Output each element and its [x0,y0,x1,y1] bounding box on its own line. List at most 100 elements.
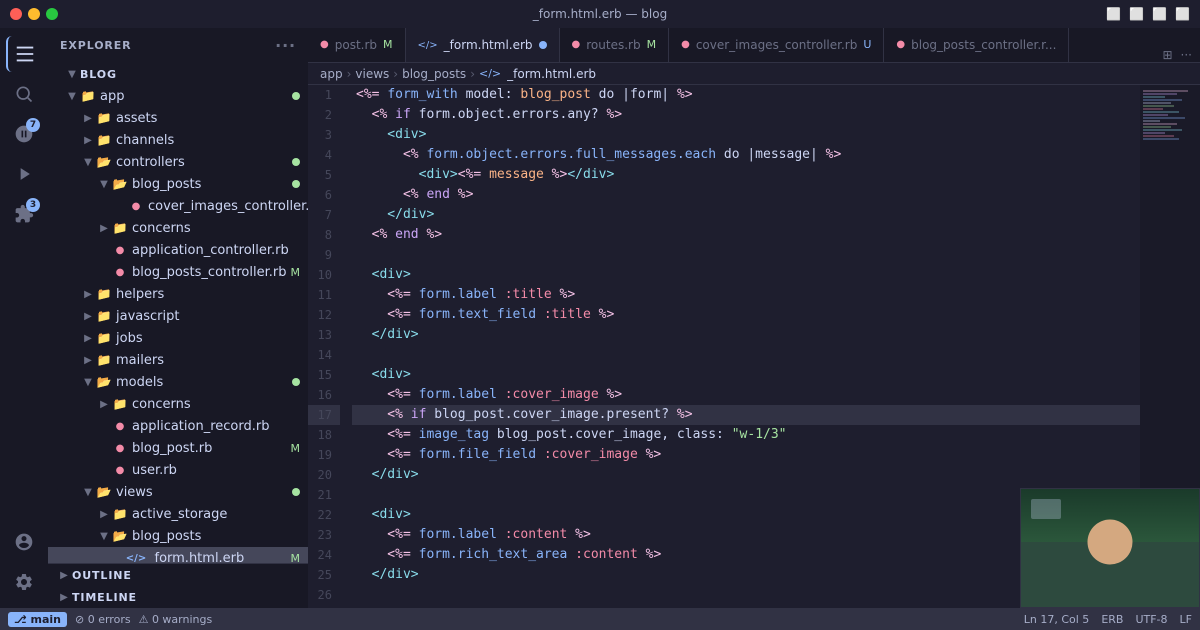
more-tab-actions-icon[interactable]: ··· [1181,48,1192,62]
sidebar-item-blog-posts-views[interactable]: ▼ 📂 blog_posts [48,525,308,547]
branch-badge[interactable]: ⎇ main [8,612,67,627]
sidebar-item-blog-posts-controller[interactable]: ● blog_posts_controller.rb M [48,261,308,283]
chevron-right-icon: ▶ [80,286,96,302]
sidebar-item-channels[interactable]: ▶ 📁 channels [48,129,308,151]
sidebar-item-controllers[interactable]: ▼ 📂 controllers [48,151,308,173]
breadcrumb: app › views › blog_posts › </> _form.htm… [308,63,1200,85]
folder-icon: 📁 [96,330,112,346]
tab-modified-badge: M [383,38,393,51]
breadcrumb-blog-posts[interactable]: blog_posts [402,67,466,81]
split-editor-icon[interactable]: ⬜ [1106,7,1121,21]
tab-form-erb[interactable]: </> _form.html.erb [406,28,560,62]
timeline-section-header[interactable]: ▶ TIMELINE [48,586,308,608]
ruby-icon: ● [681,39,690,50]
language-indicator[interactable]: ERB [1101,613,1123,626]
chevron-down-icon: ▼ [80,374,96,390]
account-activity-icon[interactable] [6,524,42,560]
code-line-7: </div> [352,205,1140,225]
tab-label: cover_images_controller.rb [696,38,858,52]
sidebar-item-concerns-models[interactable]: ▶ 📁 concerns [48,393,308,415]
sidebar-item-application-record[interactable]: ● application_record.rb [48,415,308,437]
tab-label: _form.html.erb [444,38,533,52]
source-control-activity-icon[interactable]: 7 [6,116,42,152]
explorer-activity-icon[interactable] [6,36,42,72]
chevron-right-icon: ▶ [80,352,96,368]
code-line-16: <%= form.label :cover_image %> [352,385,1140,405]
code-line-4: <% form.object.errors.full_messages.each… [352,145,1140,165]
split-editor-tab-icon[interactable]: ⊞ [1162,48,1172,62]
outline-section-header[interactable]: ▶ OUTLINE [48,564,308,586]
extensions-activity-icon[interactable]: 3 [6,196,42,232]
cursor-position[interactable]: Ln 17, Col 5 [1024,613,1090,626]
sidebar-item-assets[interactable]: ▶ 📁 assets [48,107,308,129]
code-line-17: <% if blog_post.cover_image.present? %> [352,405,1140,425]
sidebar-item-models[interactable]: ▼ 📂 models [48,371,308,393]
status-right: Ln 17, Col 5 ERB UTF-8 LF [1024,613,1192,626]
sidebar-item-concerns-controllers[interactable]: ▶ 📁 concerns [48,217,308,239]
run-activity-icon[interactable] [6,156,42,192]
source-control-badge: 7 [26,118,40,132]
code-line-9 [352,245,1140,265]
extensions-badge: 3 [26,198,40,212]
sidebar-item-cover-images-controller[interactable]: ● cover_images_controller.rb U [48,195,308,217]
toggle-panel-icon[interactable]: ⬜ [1152,7,1167,21]
chevron-right-icon: ▶ [96,396,112,412]
settings-activity-icon[interactable] [6,564,42,600]
layout-icon[interactable]: ⬜ [1129,7,1144,21]
code-line-11: <%= form.label :title %> [352,285,1140,305]
chevron-right-icon: ▶ [80,330,96,346]
sidebar-item-active-storage[interactable]: ▶ 📁 active_storage [48,503,308,525]
sidebar-item-application-controller[interactable]: ● application_controller.rb [48,239,308,261]
sidebar-bottom: ▶ OUTLINE ▶ TIMELINE [48,563,308,608]
chevron-down-icon: ▼ [64,66,80,82]
ruby-file-icon: ● [112,264,128,280]
sidebar-item-helpers[interactable]: ▶ 📁 helpers [48,283,308,305]
code-editor[interactable]: 1234567891011121314151617181920212223242… [308,85,1200,608]
code-line-13: </div> [352,325,1140,345]
folder-icon: 📁 [112,506,128,522]
erb-file-icon: </> [128,550,144,563]
tab-label: routes.rb [586,38,640,52]
sidebar-item-blog[interactable]: ▼ BLOG [48,63,308,85]
ruby-file-icon: ● [112,418,128,434]
tab-cover-images-controller[interactable]: ● cover_images_controller.rb U [669,28,884,62]
sidebar-item-mailers[interactable]: ▶ 📁 mailers [48,349,308,371]
tab-bar: ● post.rb M </> _form.html.erb ● routes.… [308,28,1200,63]
sidebar-item-app[interactable]: ▼ 📁 app [48,85,308,107]
sidebar-item-views[interactable]: ▼ 📂 views [48,481,308,503]
line-ending-indicator[interactable]: LF [1180,613,1192,626]
folder-icon: 📁 [96,110,112,126]
tab-post-rb[interactable]: ● post.rb M [308,28,406,62]
code-line-19: <%= form.file_field :cover_image %> [352,445,1140,465]
tab-untracked-badge: U [863,38,871,51]
chevron-down-icon: ▼ [96,176,112,192]
folder-icon: 📁 [96,132,112,148]
video-pip [1020,488,1200,608]
ruby-file-icon: ● [112,440,128,456]
more-actions-icon[interactable]: ··· [275,36,296,55]
sidebar-item-blog-post-rb[interactable]: ● blog_post.rb M [48,437,308,459]
sidebar-item-javascript[interactable]: ▶ 📁 javascript [48,305,308,327]
sidebar-item-form-erb[interactable]: </> _form.html.erb M [48,547,308,563]
breadcrumb-views[interactable]: views [355,67,389,81]
search-activity-icon[interactable] [6,76,42,112]
line-numbers: 1234567891011121314151617181920212223242… [308,85,348,608]
status-left: ⎇ main ⊘ 0 errors ⚠ 0 warnings [8,612,212,627]
close-button[interactable] [10,8,22,20]
breadcrumb-form-erb[interactable]: _form.html.erb [507,67,596,81]
tab-label: blog_posts_controller.r... [911,38,1056,52]
folder-icon: 📁 [112,396,128,412]
breadcrumb-app[interactable]: app [320,67,343,81]
tab-blog-posts-controller[interactable]: ● blog_posts_controller.r... [884,28,1069,62]
maximize-button[interactable] [46,8,58,20]
code-line-3: <div> [352,125,1140,145]
more-actions-icon[interactable]: ⬜ [1175,7,1190,21]
minimize-button[interactable] [28,8,40,20]
sidebar-item-user-rb[interactable]: ● user.rb [48,459,308,481]
unsaved-dot [539,41,547,49]
tab-routes-rb[interactable]: ● routes.rb M [560,28,670,62]
sidebar-item-jobs[interactable]: ▶ 📁 jobs [48,327,308,349]
encoding-indicator[interactable]: UTF-8 [1135,613,1167,626]
ruby-icon: ● [572,39,581,50]
sidebar-item-blog-posts-controllers[interactable]: ▼ 📂 blog_posts [48,173,308,195]
